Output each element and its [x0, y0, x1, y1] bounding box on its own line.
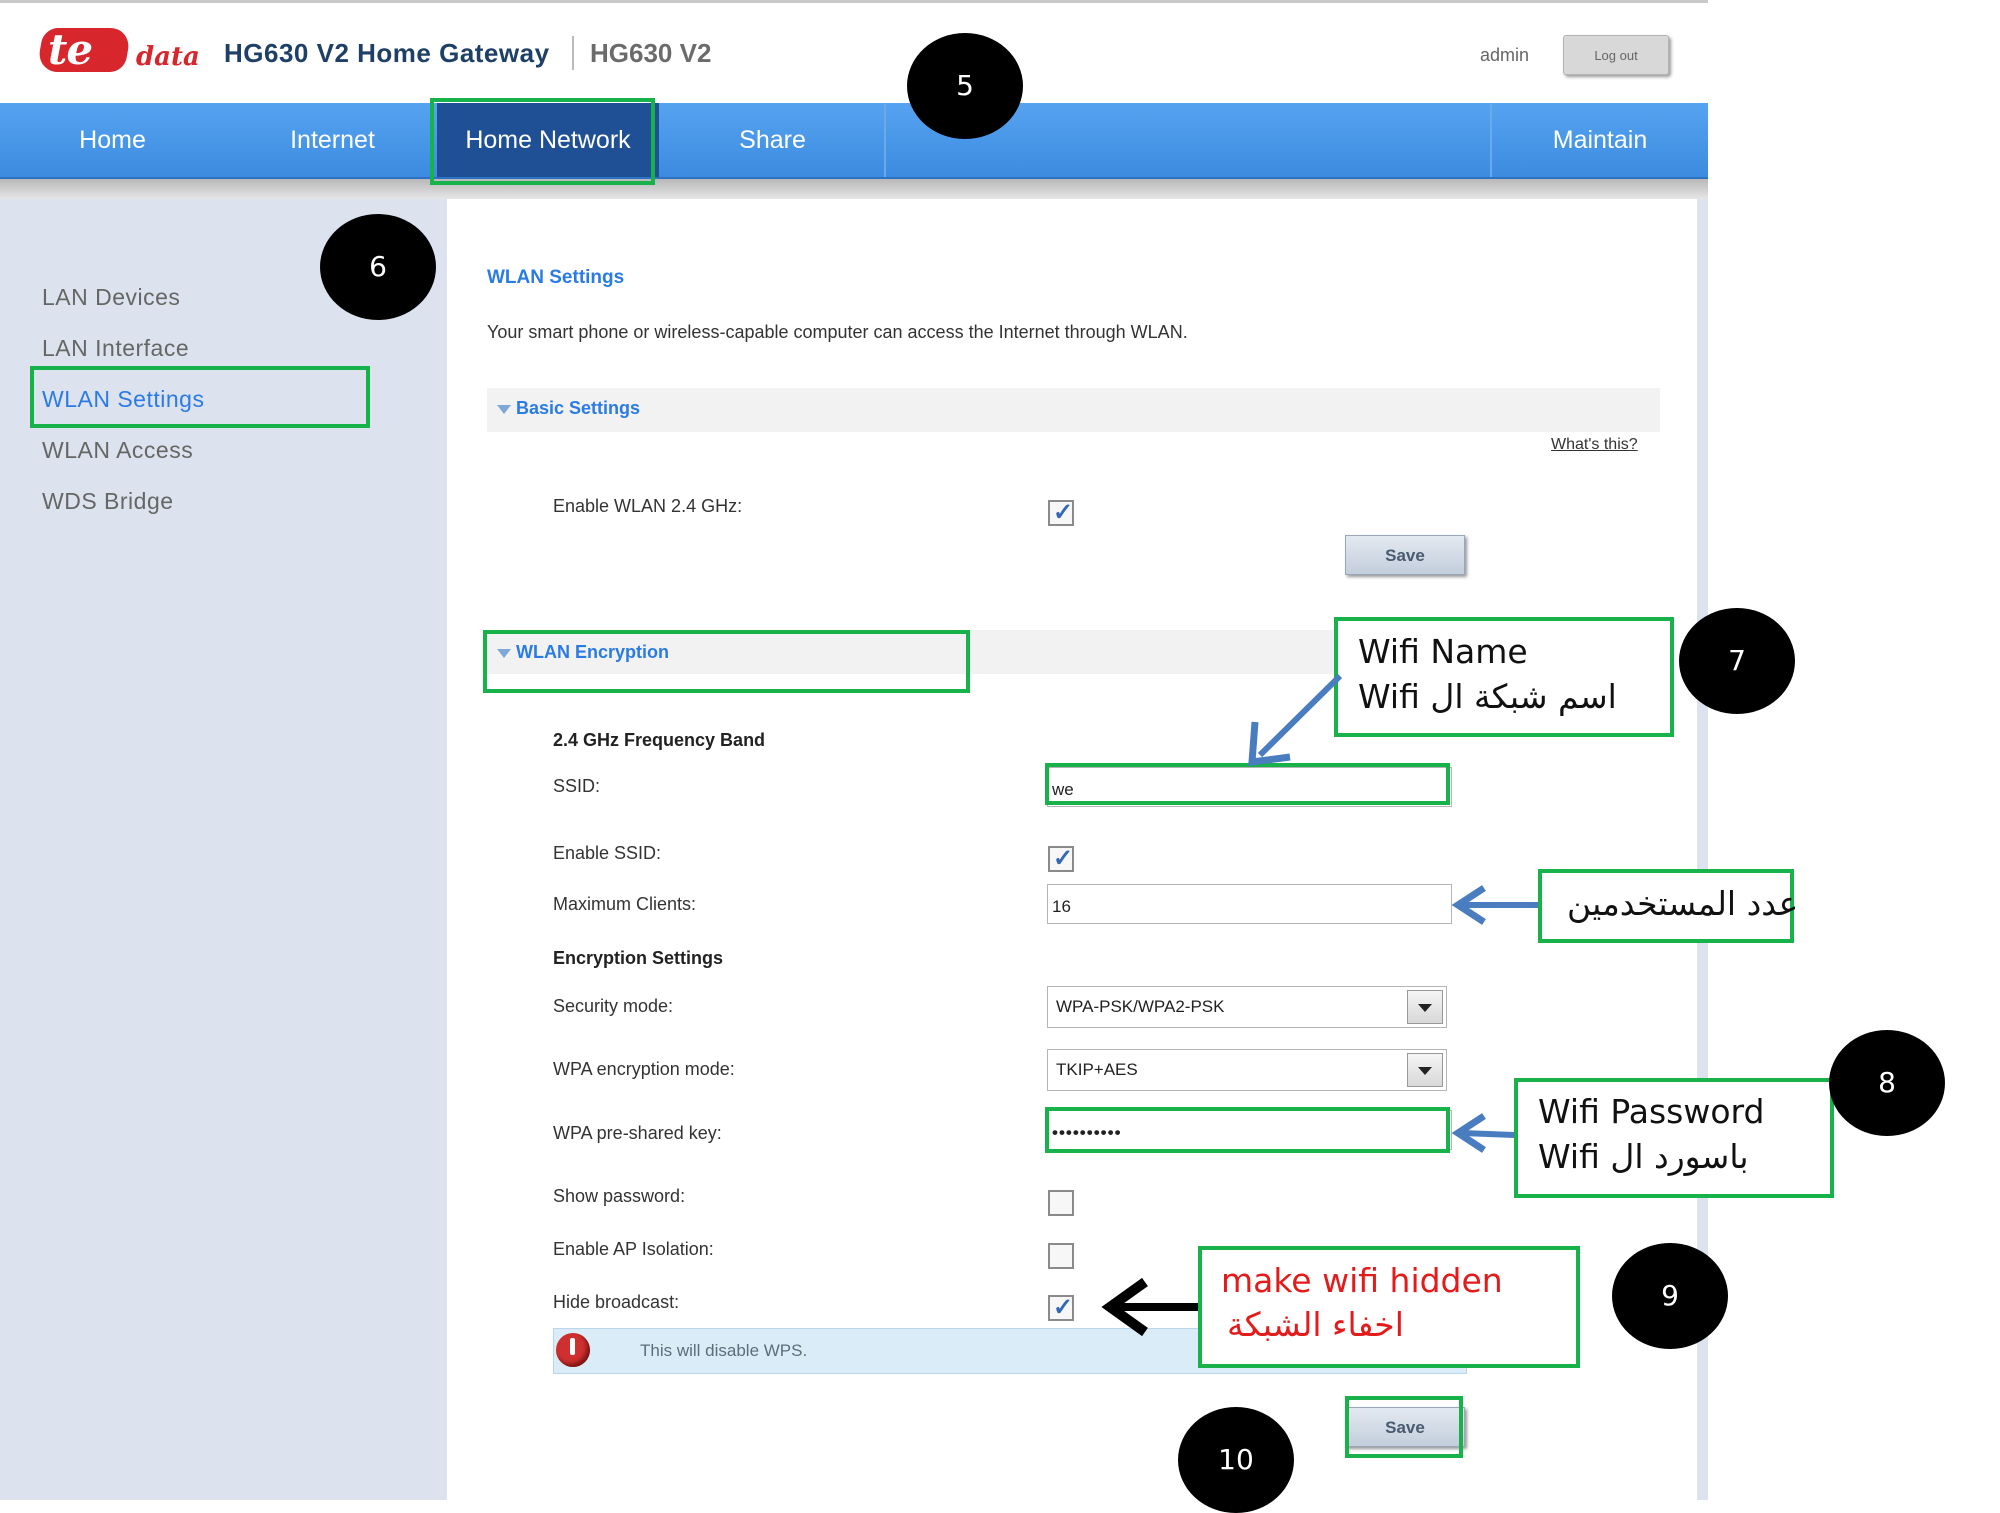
nav-shadow — [0, 179, 1708, 199]
main-nav: Home Internet Home Network Share Maintai… — [0, 103, 1708, 179]
wps-warning-text: This will disable WPS. — [640, 1341, 808, 1360]
nav-home[interactable]: Home — [30, 103, 195, 177]
callout-wifi-password-en: Wifi Password — [1538, 1092, 1765, 1131]
callout-max-users-ar: عدد المستخدمين — [1567, 884, 1799, 923]
nav-internet[interactable]: Internet — [250, 103, 415, 177]
band-title: 2.4 GHz Frequency Band — [553, 730, 766, 750]
model-name: HG630 V2 — [590, 38, 712, 68]
sidebar-item-wds-bridge[interactable]: WDS Bridge — [42, 488, 174, 515]
checkmark-icon: ✓ — [1053, 845, 1074, 872]
sidebar-item-lan-interface[interactable]: LAN Interface — [42, 335, 189, 362]
highlight-psk — [1045, 1107, 1450, 1153]
checkmark-icon: ✓ — [1053, 1294, 1074, 1321]
nav-divider — [1490, 103, 1492, 177]
collapse-triangle-icon — [497, 405, 511, 414]
max-clients-label: Maximum Clients: — [553, 894, 697, 914]
highlight-ssid — [1045, 763, 1450, 805]
wpa-encryption-select[interactable]: TKIP+AES — [1047, 1049, 1447, 1091]
enable-wlan-checkbox[interactable]: ✓ — [1048, 499, 1074, 526]
ap-isolation-label: Enable AP Isolation: — [553, 1239, 714, 1259]
sidebar-item-lan-devices[interactable]: LAN Devices — [42, 284, 180, 311]
basic-settings-title: Basic Settings — [516, 398, 641, 418]
step-number-6: 6 — [320, 214, 436, 320]
hide-broadcast-label: Hide broadcast: — [553, 1292, 680, 1312]
highlight-wlan-settings — [30, 366, 370, 428]
dropdown-button[interactable] — [1407, 990, 1443, 1024]
callout-wifi-name-en: Wifi Name — [1358, 632, 1528, 671]
security-mode-select[interactable]: WPA-PSK/WPA2-PSK — [1047, 986, 1447, 1028]
chevron-down-icon — [1418, 1067, 1432, 1075]
wpa-encryption-value: TKIP+AES — [1056, 1060, 1138, 1079]
top-border — [0, 0, 1708, 3]
ssid-label: SSID: — [553, 776, 601, 796]
te-data-logo: te data — [36, 24, 200, 84]
encryption-settings-title: Encryption Settings — [553, 948, 724, 968]
enable-ssid-label: Enable SSID: — [553, 843, 662, 863]
highlight-home-network — [430, 98, 655, 185]
logo-main-text: te — [48, 25, 93, 74]
chevron-down-icon — [1418, 1004, 1432, 1012]
security-mode-label: Security mode: — [553, 996, 674, 1016]
page-description: Your smart phone or wireless-capable com… — [487, 322, 1188, 342]
show-password-label: Show password: — [553, 1186, 686, 1206]
app-title: HG630 V2 Home Gateway — [224, 38, 550, 68]
highlight-wlan-encryption — [483, 630, 970, 693]
basic-settings-header[interactable] — [487, 388, 1660, 432]
whats-this-link[interactable]: What's this? — [1551, 436, 1638, 454]
step-number-8: 8 — [1829, 1030, 1945, 1136]
step-number-5: 5 — [907, 33, 1023, 139]
basic-save-button[interactable]: Save — [1345, 535, 1465, 575]
enable-wlan-label: Enable WLAN 2.4 GHz: — [553, 496, 743, 516]
step-number-7: 7 — [1679, 608, 1795, 714]
max-clients-input[interactable] — [1047, 884, 1452, 924]
sidebar-item-wlan-access[interactable]: WLAN Access — [42, 437, 193, 464]
nav-maintain[interactable]: Maintain — [1520, 103, 1680, 177]
title-divider — [572, 36, 574, 70]
callout-hidden-en: make wifi hidden — [1221, 1261, 1503, 1300]
nav-divider — [884, 103, 886, 177]
enable-ssid-checkbox[interactable]: ✓ — [1048, 845, 1074, 872]
highlight-save — [1345, 1396, 1463, 1458]
step-number-9: 9 — [1612, 1243, 1728, 1349]
callout-hidden-ar: اخفاء الشبكة — [1227, 1305, 1404, 1344]
logout-button[interactable]: Log out — [1563, 35, 1669, 75]
psk-label: WPA pre-shared key: — [553, 1123, 722, 1143]
wpa-encryption-label: WPA encryption mode: — [553, 1059, 735, 1079]
step-number-10: 10 — [1178, 1407, 1294, 1513]
warning-icon — [556, 1333, 590, 1367]
show-password-checkbox[interactable] — [1048, 1190, 1074, 1216]
username: admin — [1480, 45, 1530, 65]
logo-sub-text: data — [136, 42, 200, 72]
ap-isolation-checkbox[interactable] — [1048, 1243, 1074, 1269]
checkmark-icon: ✓ — [1053, 499, 1074, 526]
dropdown-button[interactable] — [1407, 1053, 1443, 1087]
hide-broadcast-checkbox[interactable]: ✓ — [1048, 1294, 1074, 1321]
callout-wifi-password-ar: Wifi باسورد ال — [1538, 1137, 1749, 1176]
security-mode-value: WPA-PSK/WPA2-PSK — [1056, 997, 1225, 1016]
page-title: WLAN Settings — [487, 267, 625, 288]
nav-share[interactable]: Share — [690, 103, 855, 177]
callout-wifi-name-ar: Wifi اسم شبكة ال — [1358, 677, 1617, 716]
